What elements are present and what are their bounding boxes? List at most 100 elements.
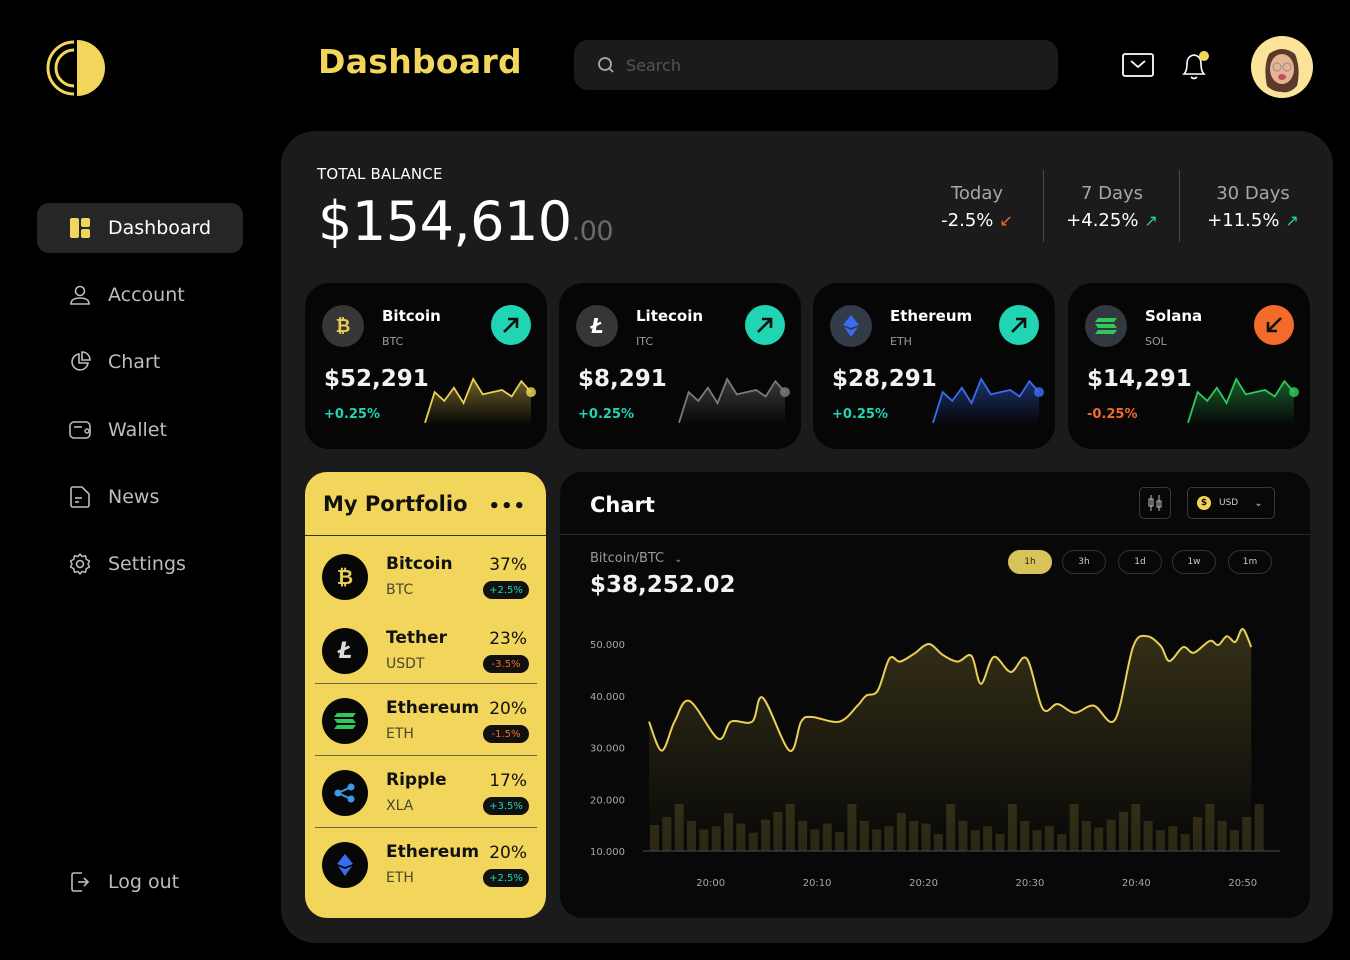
- search-input[interactable]: [626, 55, 1026, 75]
- asset-symbol: ETH: [386, 726, 414, 742]
- coin-price: $8,291: [578, 366, 667, 392]
- user-avatar[interactable]: [1251, 36, 1313, 98]
- stat-30-days: 30 Days +11.5% ↗: [1188, 183, 1318, 231]
- chart-card: Chart $ USD ⌄ Bitcoin/BTC ⌄ $38,252.02 1h…: [560, 472, 1310, 918]
- more-options-icon[interactable]: •••: [488, 496, 526, 517]
- stat-value: -2.5%: [941, 210, 994, 231]
- asset-name: Ethereum: [386, 842, 480, 862]
- x-tick-label: 20:20: [909, 878, 938, 889]
- asset-percent: 37%: [489, 555, 527, 575]
- change-badge: -1.5%: [483, 725, 529, 743]
- portfolio-row[interactable]: ₿ Bitcoin BTC 37% +2.5%: [315, 540, 537, 612]
- change-badge: +2.5%: [483, 581, 529, 599]
- sidebar-item-label: Chart: [108, 351, 161, 373]
- coin-name: Bitcoin: [382, 307, 441, 325]
- sparkline: [932, 377, 1044, 425]
- sparkline-endpoint: [1289, 387, 1299, 398]
- x-tick-label: 20:40: [1122, 878, 1151, 889]
- asset-name: Tether: [386, 628, 448, 648]
- price-chart[interactable]: 50.000 40.000 30.000 20.000 10.000 20:00 20:1…: [560, 472, 1310, 918]
- sidebar-item-wallet[interactable]: Wallet: [37, 405, 243, 455]
- sidebar-item-chart[interactable]: Chart: [37, 337, 243, 387]
- y-tick-label: 40.000: [590, 692, 625, 703]
- asset-name: Ripple: [386, 770, 447, 790]
- y-tick-label: 10.000: [590, 847, 625, 858]
- stat-value: +11.5%: [1207, 210, 1280, 231]
- trend-down-button[interactable]: [1254, 305, 1294, 345]
- asset-name: Bitcoin: [386, 554, 453, 574]
- coin-card-ethereum[interactable]: Ethereum ETH $28,291 +0.25%: [813, 283, 1055, 449]
- bitcoin-icon: ₿: [322, 305, 364, 347]
- arrow-down-left-icon: [1266, 317, 1282, 333]
- x-tick-label: 20:50: [1228, 878, 1257, 889]
- coin-price: $14,291: [1087, 366, 1192, 392]
- sparkline: [424, 377, 536, 425]
- coin-card-litecoin[interactable]: Ł Litecoin ITC $8,291 +0.25%: [559, 283, 801, 449]
- logo-icon: [46, 40, 105, 96]
- sparkline-endpoint: [780, 387, 790, 398]
- change-badge: +3.5%: [483, 797, 529, 815]
- coin-symbol: BTC: [382, 335, 404, 348]
- coin-price: $52,291: [324, 366, 429, 392]
- litecoin-icon: Ł: [322, 628, 368, 674]
- trend-up-button[interactable]: [491, 305, 531, 345]
- trend-up-button[interactable]: [745, 305, 785, 345]
- portfolio-title: My Portfolio: [323, 491, 468, 516]
- solana-icon: [1085, 305, 1127, 347]
- sparkline: [678, 377, 790, 425]
- divider: [1043, 170, 1044, 242]
- balance-whole: $154,610: [318, 190, 572, 253]
- trend-up-button[interactable]: [999, 305, 1039, 345]
- arrow-up-right-icon: ↗: [1144, 211, 1158, 230]
- x-tick-label: 20:10: [803, 878, 832, 889]
- change-badge: +2.5%: [483, 869, 529, 887]
- arrow-up-right-icon: ↗: [1285, 211, 1299, 230]
- coin-name: Solana: [1145, 307, 1203, 325]
- logout-button[interactable]: Log out: [37, 857, 243, 907]
- sparkline-endpoint: [1034, 387, 1044, 398]
- ethereum-icon: [830, 305, 872, 347]
- balance-cents: .00: [571, 216, 614, 247]
- coin-symbol: SOL: [1145, 335, 1167, 348]
- coin-change: +0.25%: [832, 407, 888, 422]
- stat-value: +4.25%: [1066, 210, 1139, 231]
- portfolio-row[interactable]: Ethereum ETH 20% -1.5%: [315, 683, 537, 755]
- coin-name: Ethereum: [890, 307, 973, 325]
- portfolio-row[interactable]: Ripple XLA 17% +3.5%: [315, 755, 537, 827]
- x-tick-label: 20:30: [1016, 878, 1045, 889]
- logout-icon: [71, 872, 90, 892]
- coin-price: $28,291: [832, 366, 937, 392]
- sidebar-item-label: Dashboard: [108, 217, 212, 239]
- coin-card-bitcoin[interactable]: ₿ Bitcoin BTC $52,291 +0.25%: [305, 283, 547, 449]
- dashboard-icon: [70, 218, 90, 238]
- search-bar[interactable]: [574, 40, 1058, 90]
- stat-7-days: 7 Days +4.25% ↗: [1047, 183, 1177, 231]
- asset-percent: 23%: [489, 629, 527, 649]
- sidebar-item-account[interactable]: Account: [37, 270, 243, 320]
- sidebar-item-settings[interactable]: Settings: [37, 539, 243, 589]
- portfolio-row[interactable]: Ł Tether USDT 23% -3.5%: [315, 614, 537, 686]
- portfolio-row[interactable]: Ethereum ETH 20% +2.5%: [315, 827, 537, 899]
- coin-card-solana[interactable]: Solana SOL $14,291 -0.25%: [1068, 283, 1310, 449]
- mail-icon[interactable]: [1122, 53, 1154, 77]
- search-icon: [598, 57, 614, 73]
- sidebar-item-news[interactable]: News: [37, 472, 243, 522]
- bitcoin-icon: ₿: [322, 554, 368, 600]
- asset-symbol: BTC: [386, 582, 414, 598]
- news-icon: [70, 486, 90, 508]
- arrow-up-right-icon: [503, 317, 519, 333]
- sidebar-item-label: Settings: [108, 553, 186, 575]
- arrow-down-left-icon: ↙: [999, 211, 1013, 230]
- change-badge: -3.5%: [483, 655, 529, 673]
- asset-symbol: USDT: [386, 656, 425, 672]
- coin-change: -0.25%: [1087, 407, 1138, 422]
- y-tick-label: 30.000: [590, 744, 625, 755]
- stat-label: 7 Days: [1080, 183, 1144, 204]
- asset-percent: 17%: [489, 771, 527, 791]
- litecoin-icon: Ł: [576, 305, 618, 347]
- solana-icon: [322, 698, 368, 744]
- sidebar-item-dashboard[interactable]: Dashboard: [37, 203, 243, 253]
- user-icon: [70, 285, 90, 305]
- bell-icon[interactable]: [1180, 50, 1210, 82]
- page-title: Dashboard: [318, 42, 522, 81]
